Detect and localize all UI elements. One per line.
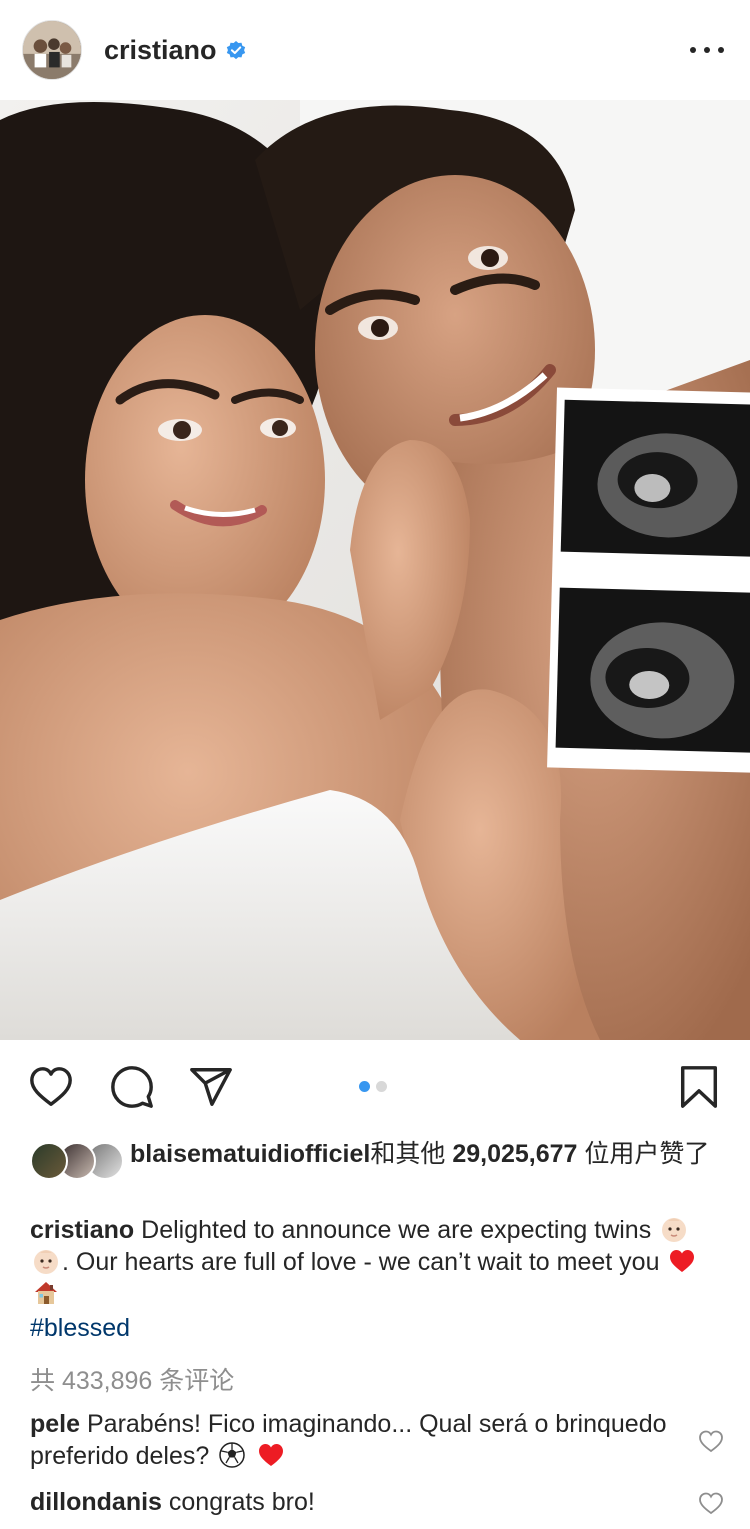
carousel-indicator xyxy=(359,1081,387,1092)
bookmark-save-icon[interactable] xyxy=(676,1064,722,1110)
soccer-ball-emoji-icon xyxy=(218,1441,246,1469)
comment-like-heart-icon[interactable] xyxy=(698,1428,724,1454)
comment-text: congrats bro! xyxy=(168,1488,315,1516)
likes-username[interactable]: blaisematuidiofficiel xyxy=(130,1140,370,1168)
view-all-comments-link[interactable]: 共 433,896 条评论 xyxy=(30,1361,234,1397)
share-send-icon[interactable] xyxy=(188,1064,234,1110)
red-heart-emoji-icon xyxy=(668,1247,696,1275)
post-caption: cristiano Delighted to announce we are e… xyxy=(30,1214,720,1344)
verified-badge-icon xyxy=(225,39,247,61)
liker-avatars xyxy=(30,1142,124,1180)
comment-username[interactable]: dillondanis xyxy=(30,1488,162,1516)
comment-username[interactable]: pele xyxy=(30,1410,80,1438)
carousel-dot xyxy=(376,1081,387,1092)
house-emoji-icon xyxy=(32,1279,60,1307)
like-heart-icon[interactable] xyxy=(28,1064,74,1110)
caption-hashtag[interactable]: #blessed xyxy=(30,1312,720,1344)
caption-text-a: Delighted to announce we are expecting t… xyxy=(141,1216,652,1244)
likes-and-others: 和其他 xyxy=(370,1140,446,1168)
comment-text: Parabéns! Fico imaginando... Qual será o… xyxy=(30,1410,667,1470)
comment-bubble-icon[interactable] xyxy=(109,1064,155,1110)
carousel-dot-active xyxy=(359,1081,370,1092)
baby-face-emoji-icon xyxy=(32,1247,60,1275)
caption-text-b: . Our hearts are full of love - we can’t… xyxy=(62,1248,660,1276)
avatar-image xyxy=(23,21,81,79)
caption-username[interactable]: cristiano xyxy=(30,1216,134,1244)
liker-avatar xyxy=(30,1142,68,1180)
comment-item: dillondanis congrats bro! xyxy=(30,1486,680,1518)
post-photo[interactable] xyxy=(0,100,750,1040)
comment-like-heart-icon[interactable] xyxy=(698,1490,724,1516)
baby-face-emoji-icon xyxy=(660,1215,688,1243)
post-username[interactable]: cristiano xyxy=(104,35,217,66)
likes-count[interactable]: 29,025,677 xyxy=(452,1140,577,1168)
red-heart-emoji-icon xyxy=(257,1441,285,1469)
comment-item: pele Parabéns! Fico imaginando... Qual s… xyxy=(30,1408,680,1472)
likes-suffix: 位用户赞了 xyxy=(584,1140,710,1168)
post-photo-illustration xyxy=(0,100,750,1040)
post-header: cristiano xyxy=(0,0,750,100)
more-options-icon[interactable] xyxy=(690,40,724,60)
likes-row[interactable]: blaisematuidiofficiel和其他 29,025,677 位用户赞… xyxy=(30,1138,720,1180)
likes-text: blaisematuidiofficiel和其他 29,025,677 位用户赞… xyxy=(130,1138,709,1170)
profile-avatar[interactable] xyxy=(22,20,82,80)
